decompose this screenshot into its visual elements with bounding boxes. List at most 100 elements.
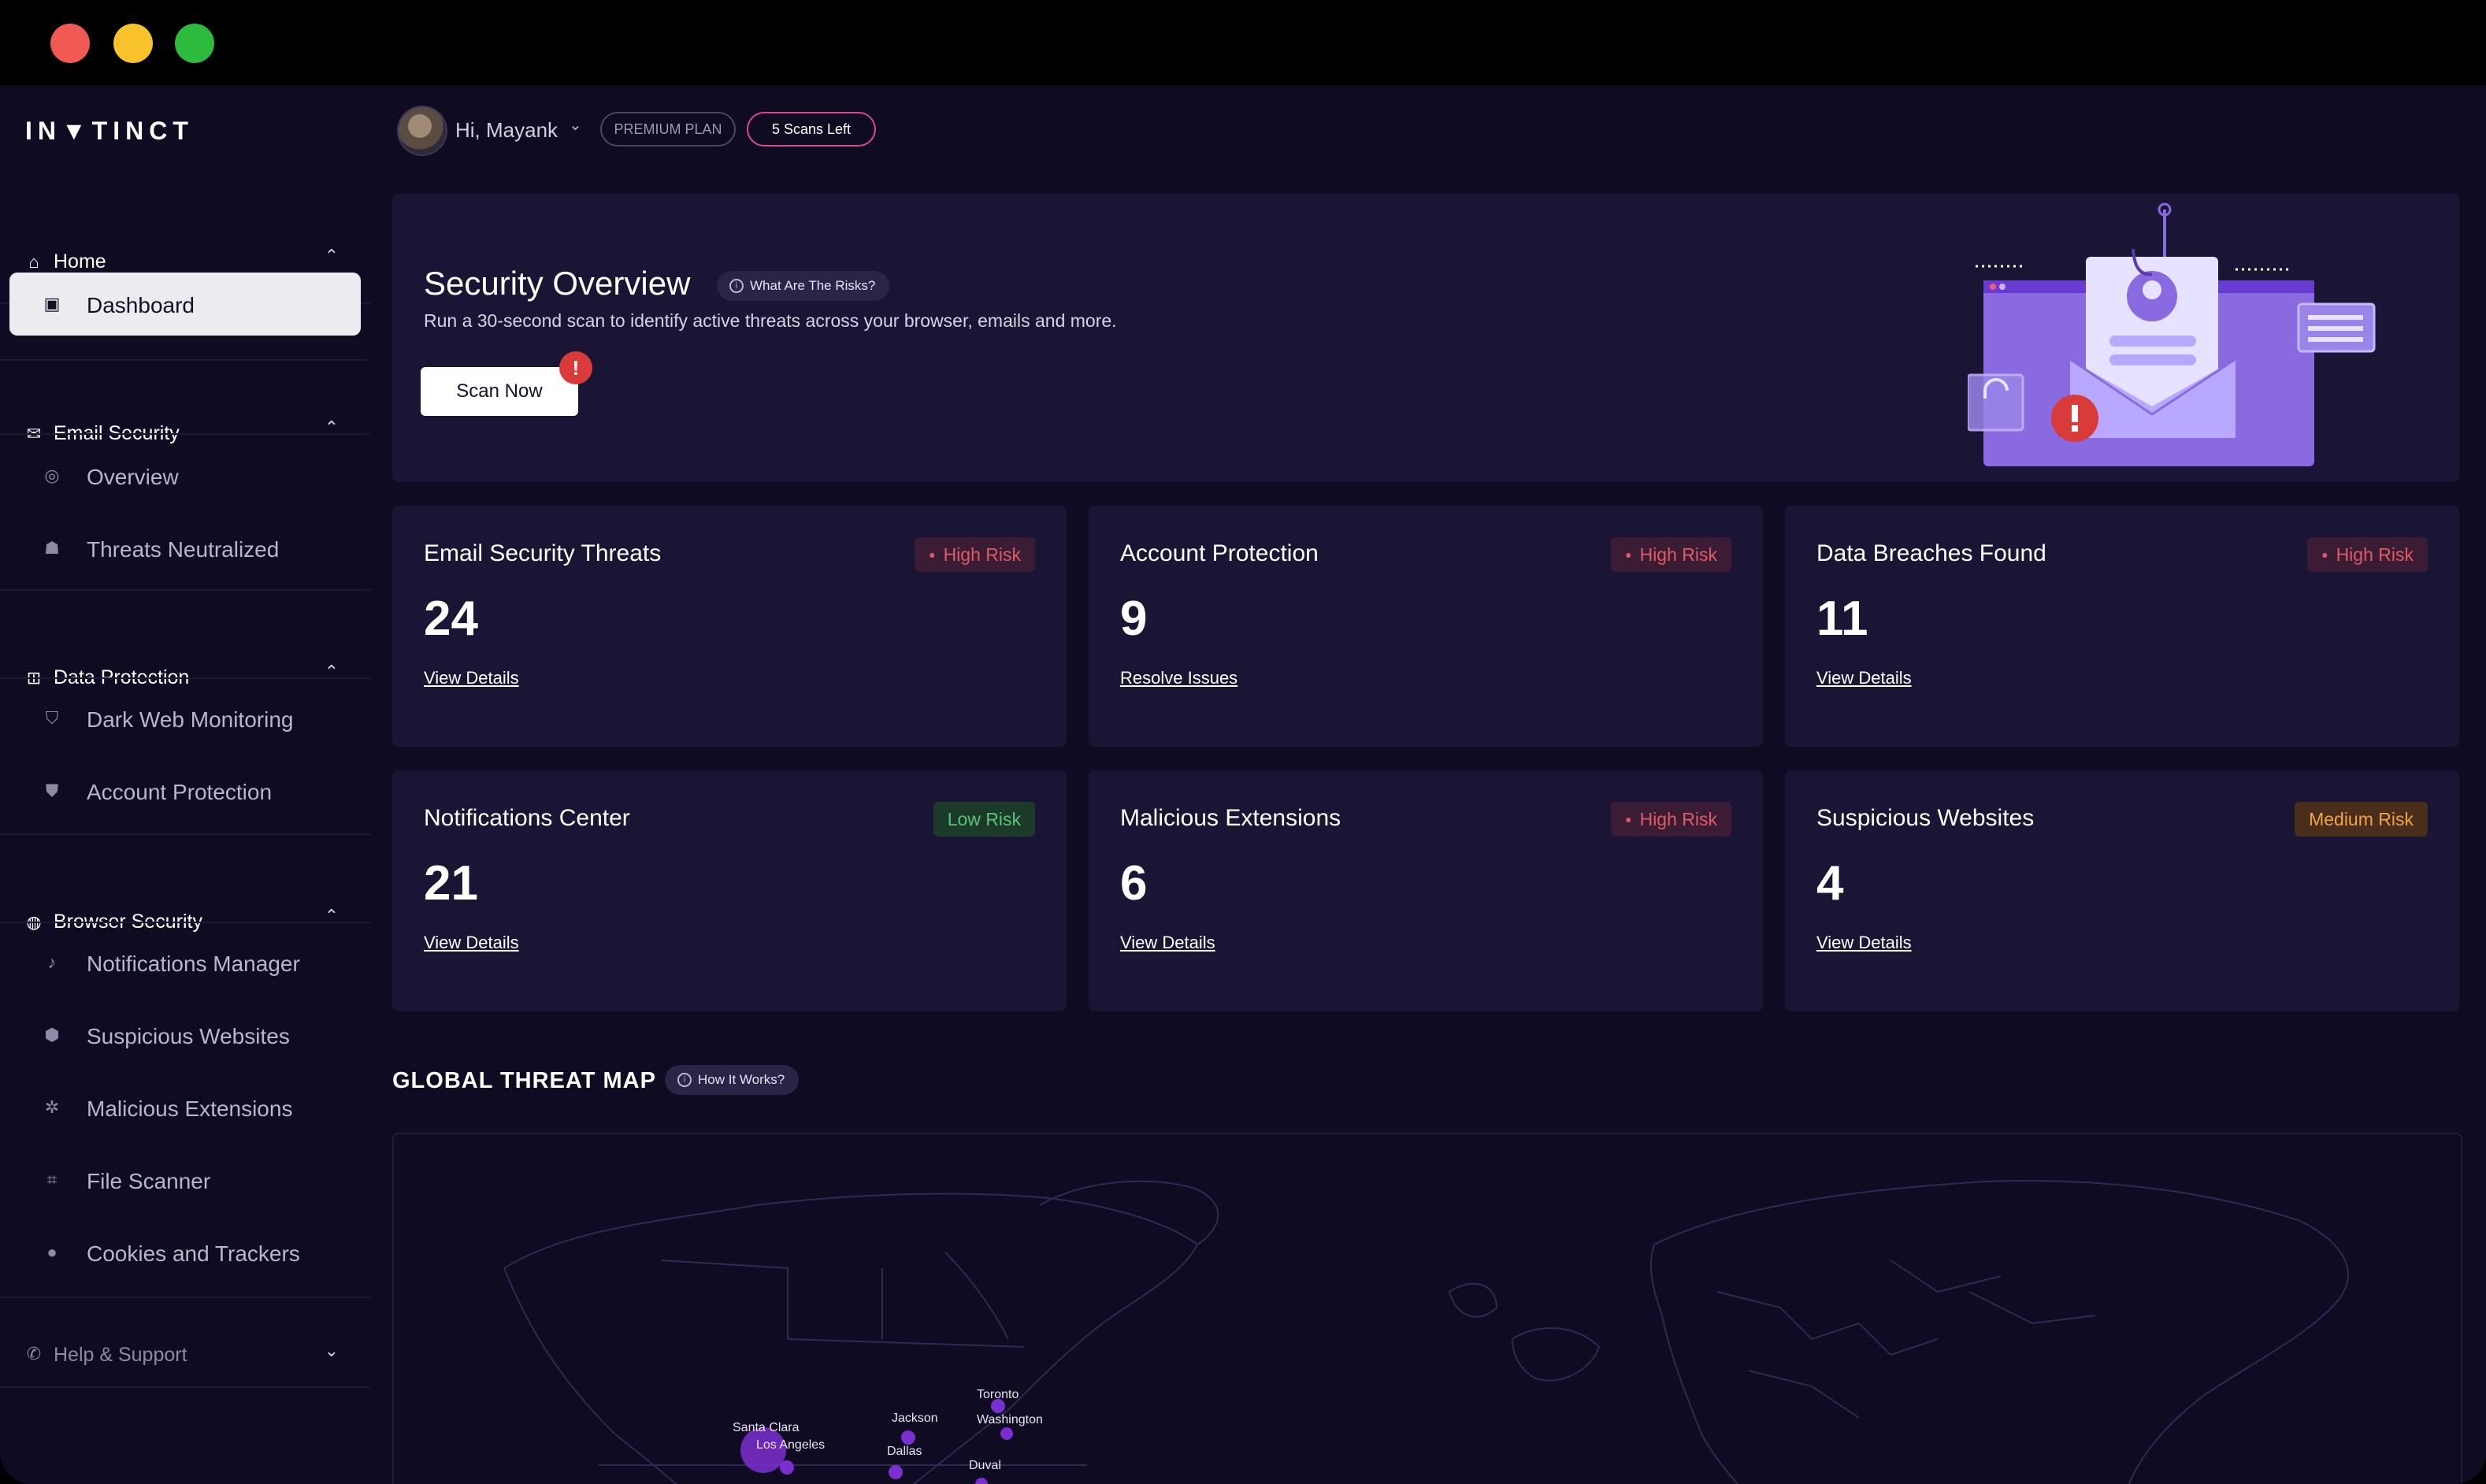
stat-value: 24 xyxy=(424,592,478,646)
threat-marker[interactable] xyxy=(889,1465,903,1479)
puzzle-icon: ✲ xyxy=(44,1097,60,1117)
bell-icon: ♪ xyxy=(47,952,57,972)
sidebar-item-suspicious-websites[interactable]: ⬢ Suspicious Websites xyxy=(9,1004,361,1067)
city-label: Los Angeles xyxy=(756,1438,826,1452)
sidebar-section-help-support[interactable]: ✆ Help & Support ⌄ xyxy=(0,1341,370,1388)
sidebar-item-label: Dashboard xyxy=(87,293,195,317)
sidebar-section-label: Home xyxy=(54,250,106,273)
chevron-down-icon[interactable]: ⌄ xyxy=(569,115,582,135)
divider xyxy=(0,1297,370,1298)
chevron-up-icon: ⌃ xyxy=(324,246,339,265)
sidebar-item-dashboard[interactable]: ▣ Dashboard xyxy=(9,273,361,336)
status-badge: Medium Risk xyxy=(2295,802,2428,837)
stat-card-notifications-center: Notifications Center Low Risk 21 View De… xyxy=(392,770,1067,1011)
status-badge: Low Risk xyxy=(933,802,1035,837)
view-details-link[interactable]: View Details xyxy=(1120,933,1215,953)
divider xyxy=(0,922,370,923)
stat-value: 9 xyxy=(1120,592,1148,646)
cookie-icon: ● xyxy=(46,1242,58,1262)
alert-badge: ! xyxy=(559,351,592,384)
security-overview-card: Security Overview i What Are The Risks? … xyxy=(392,194,2459,482)
sidebar-item-file-scanner[interactable]: ⌗ File Scanner xyxy=(9,1148,361,1211)
divider xyxy=(0,433,370,435)
status-badge: High Risk xyxy=(915,537,1035,572)
scans-left-badge[interactable]: 5 Scans Left xyxy=(747,112,876,147)
what-are-the-risks-link[interactable]: i What Are The Risks? xyxy=(717,271,890,301)
chevron-up-icon: ⌃ xyxy=(324,906,339,926)
top-header: Hi, Mayank ⌄ PREMIUM PLAN 5 Scans Left xyxy=(394,102,1182,158)
divider xyxy=(0,833,370,835)
sidebar-item-cookies-and-trackers[interactable]: ● Cookies and Trackers xyxy=(9,1221,361,1284)
sidebar-section-label: Help & Support xyxy=(54,1344,187,1366)
status-badge: High Risk xyxy=(1611,537,1731,572)
brand-logo[interactable]: IN▼TINCT xyxy=(25,117,194,146)
phishing-illustration xyxy=(1968,202,2376,466)
status-badge: High Risk xyxy=(1611,802,1731,837)
chevron-down-icon: ⌄ xyxy=(324,1341,339,1360)
sidebar-item-label: Account Protection xyxy=(87,780,273,804)
shield-user-icon: ⛊ xyxy=(45,781,59,800)
divider xyxy=(0,589,370,591)
city-label: Santa Clara xyxy=(733,1421,800,1434)
sidebar-item-dark-web-monitoring[interactable]: ⛉ Dark Web Monitoring xyxy=(9,687,361,750)
avatar[interactable] xyxy=(397,106,447,156)
view-details-link[interactable]: View Details xyxy=(424,933,519,953)
view-details-link[interactable]: View Details xyxy=(1816,668,1912,688)
stat-title: Notifications Center xyxy=(424,805,630,831)
scan-now-button[interactable]: Scan Now xyxy=(421,367,578,416)
city-label: Washington xyxy=(977,1413,1043,1426)
city-label: Jackson xyxy=(892,1412,938,1425)
section-title: GLOBAL THREAT MAP xyxy=(392,1068,656,1093)
sidebar-item-account-protection[interactable]: ⛊ Account Protection xyxy=(9,759,361,822)
view-details-link[interactable]: View Details xyxy=(424,668,519,688)
sidebar-item-label: Cookies and Trackers xyxy=(87,1241,300,1266)
city-label: Duval xyxy=(969,1459,1001,1472)
plan-badge: PREMIUM PLAN xyxy=(600,112,736,147)
bug-icon: ☗ xyxy=(44,538,60,558)
city-label: Dallas xyxy=(887,1445,922,1458)
city-label: Toronto xyxy=(977,1388,1019,1401)
stat-card-data-breaches-found: Data Breaches Found High Risk 11 View De… xyxy=(1785,506,2459,747)
title-bar xyxy=(0,0,2486,85)
info-icon: i xyxy=(677,1073,692,1087)
sidebar-item-label: Overview xyxy=(87,465,179,489)
sidebar-item-overview[interactable]: ◎ Overview xyxy=(9,444,361,507)
overview-icon: ◎ xyxy=(44,466,60,485)
status-badge: High Risk xyxy=(2307,537,2428,572)
stat-title: Email Security Threats xyxy=(424,540,662,566)
sidebar-item-label: Malicious Extensions xyxy=(87,1096,293,1121)
sidebar: IN▼TINCT ⌂ Home ⌃ ▣ Dashboard ✉ Email Se… xyxy=(0,85,370,1484)
threat-marker[interactable] xyxy=(780,1460,794,1475)
stat-card-malicious-extensions: Malicious Extensions High Risk 6 View De… xyxy=(1089,770,1763,1011)
home-icon: ⌂ xyxy=(28,252,39,272)
stat-card-email-security-threats: Email Security Threats High Risk 24 View… xyxy=(392,506,1067,747)
sidebar-item-malicious-extensions[interactable]: ✲ Malicious Extensions xyxy=(9,1076,361,1139)
scanner-icon: ⌗ xyxy=(46,1170,58,1189)
divider xyxy=(0,677,370,679)
threat-marker[interactable] xyxy=(1000,1427,1013,1440)
close-window-button[interactable] xyxy=(50,24,90,63)
threat-map[interactable]: Toronto Washington Jackson Santa Clara L… xyxy=(392,1133,2462,1484)
resolve-issues-link[interactable]: Resolve Issues xyxy=(1120,668,1237,688)
stat-value: 4 xyxy=(1816,856,1844,911)
stat-title: Malicious Extensions xyxy=(1120,805,1341,831)
how-it-works-label: How It Works? xyxy=(698,1072,785,1087)
chevron-up-icon: ⌃ xyxy=(324,662,339,681)
shield-icon: ⛉ xyxy=(45,708,59,728)
info-icon: i xyxy=(729,279,744,293)
sidebar-item-notifications-manager[interactable]: ♪ Notifications Manager xyxy=(9,931,361,994)
dashboard-icon: ▣ xyxy=(43,294,61,313)
world-map xyxy=(503,1180,2349,1484)
stat-value: 11 xyxy=(1816,592,1868,646)
view-details-link[interactable]: View Details xyxy=(1816,933,1912,953)
stat-title: Suspicious Websites xyxy=(1816,805,2035,831)
sidebar-item-threats-neutralized[interactable]: ☗ Threats Neutralized xyxy=(9,517,361,580)
minimize-window-button[interactable] xyxy=(113,24,153,63)
sidebar-item-label: Notifications Manager xyxy=(87,952,300,976)
overview-description: Run a 30-second scan to identify active … xyxy=(424,310,1117,331)
threat-marker[interactable] xyxy=(901,1430,915,1445)
stat-card-account-protection: Account Protection High Risk 9 Resolve I… xyxy=(1089,506,1763,747)
how-it-works-link[interactable]: i How It Works? xyxy=(665,1065,800,1095)
user-greeting[interactable]: Hi, Mayank xyxy=(455,118,558,143)
maximize-window-button[interactable] xyxy=(175,24,214,63)
